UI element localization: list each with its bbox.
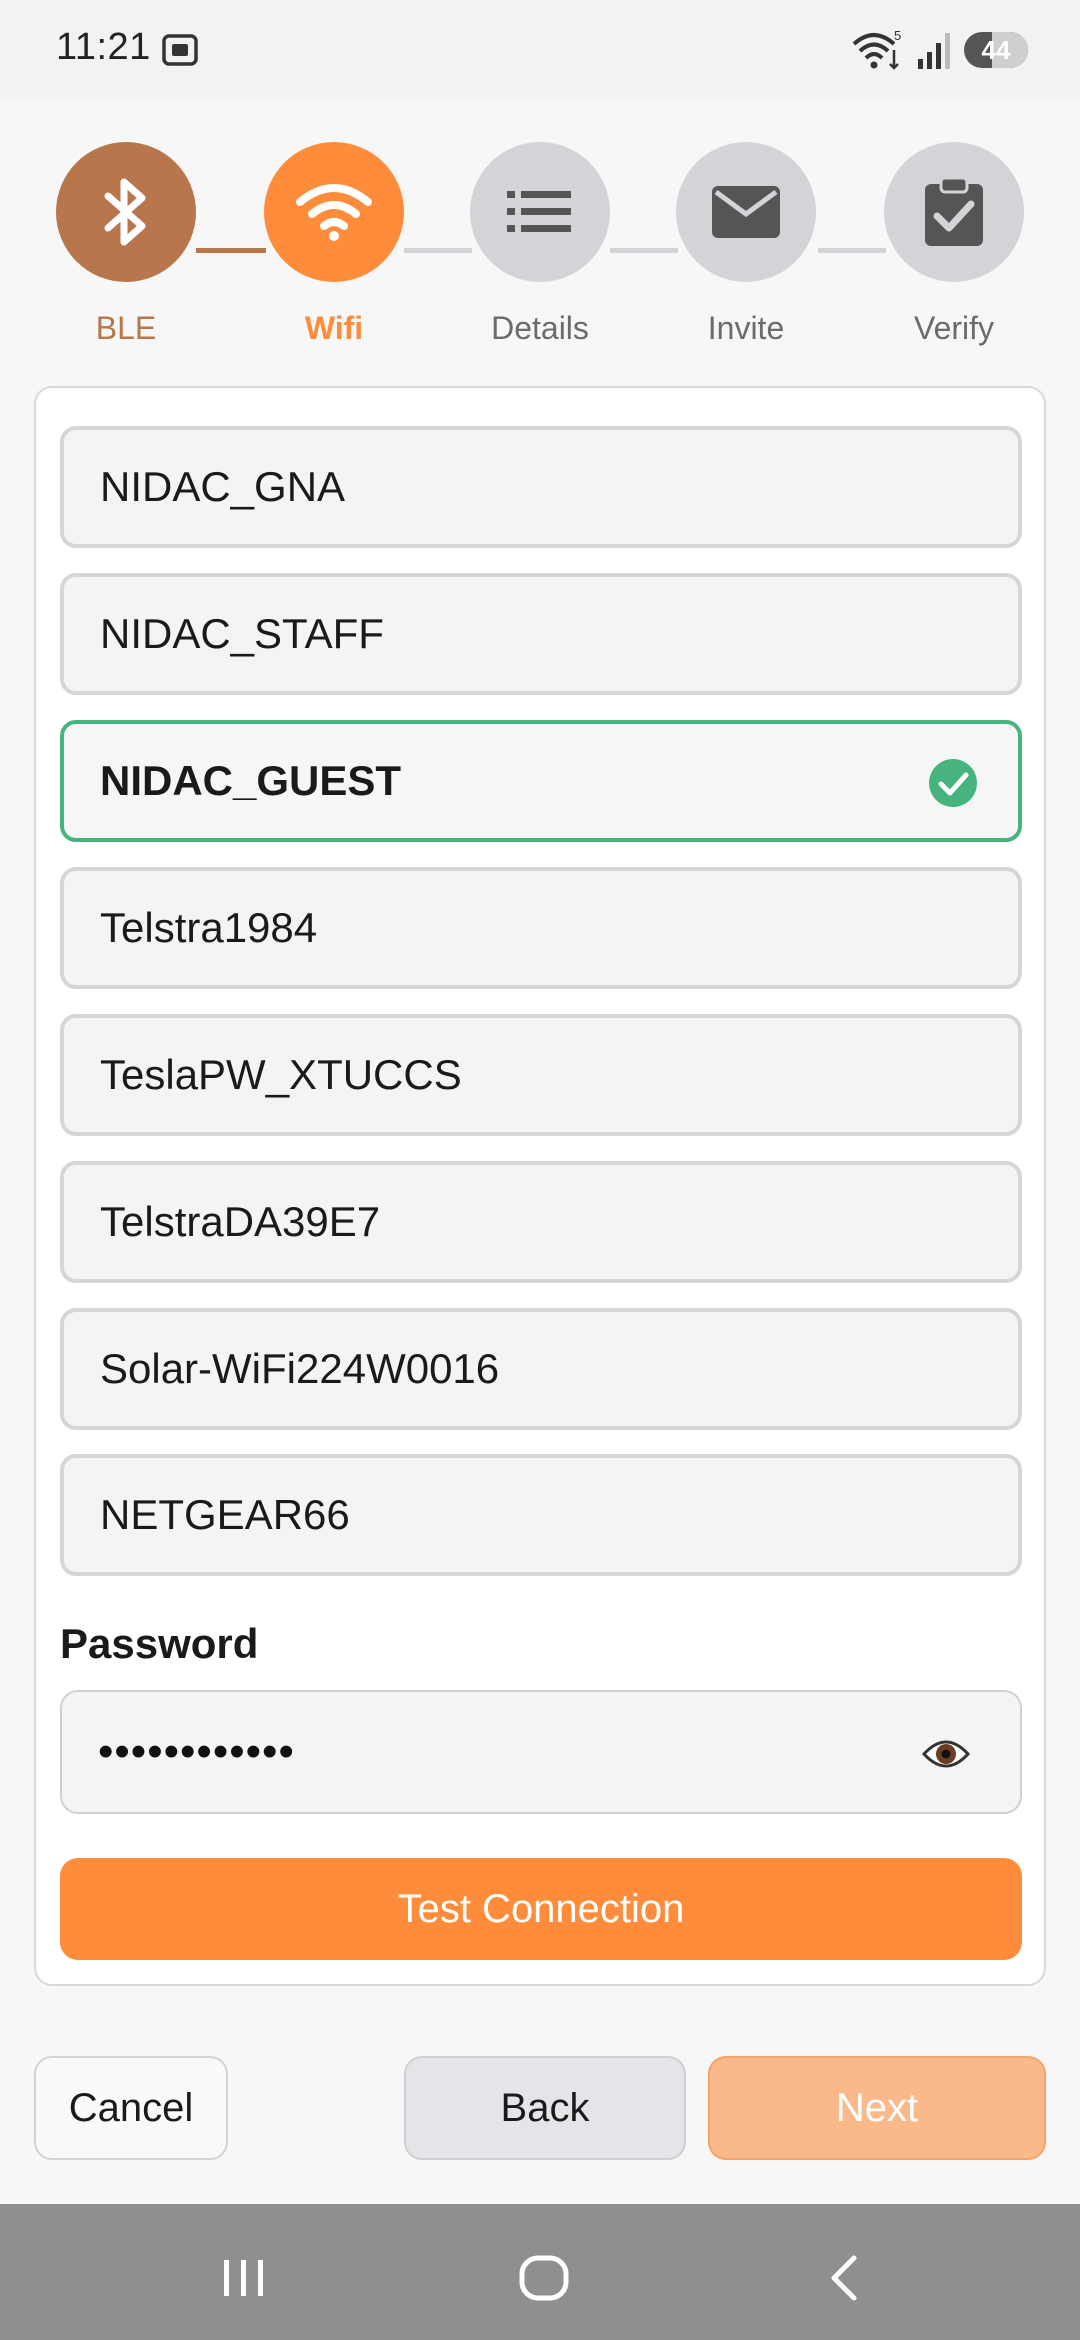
step-connector — [404, 248, 472, 253]
step-verify — [884, 142, 1024, 282]
test-connection-button[interactable]: Test Connection — [60, 1858, 1022, 1960]
cancel-button[interactable]: Cancel — [34, 2056, 228, 2160]
password-input[interactable]: •••••••••••• — [60, 1690, 1022, 1814]
network-name: TeslaPW_XTUCCS — [100, 1051, 462, 1098]
step-invite — [676, 142, 816, 282]
status-time: 11:21 — [56, 26, 151, 68]
network-name: Telstra1984 — [100, 904, 318, 951]
network-name: NIDAC_GNA — [100, 463, 346, 510]
step-connector — [610, 248, 678, 253]
step-ble — [56, 142, 196, 282]
network-name: NIDAC_STAFF — [100, 610, 384, 657]
status-bar: 11:21 5 44 — [0, 0, 1080, 100]
back-button[interactable]: Back — [404, 2056, 686, 2160]
network-item[interactable]: NETGEAR66 — [60, 1454, 1022, 1576]
battery-indicator: 44 — [964, 32, 1028, 68]
network-item[interactable]: Solar-WiFi224W0016 — [60, 1308, 1022, 1430]
step-wifi — [264, 142, 404, 282]
step-details — [470, 142, 610, 282]
network-item-selected[interactable]: NIDAC_GUEST — [60, 720, 1022, 842]
step-label-ble: BLE — [95, 310, 157, 346]
network-item[interactable]: Telstra1984 — [60, 867, 1022, 989]
system-nav-bar — [0, 2204, 1080, 2340]
bluetooth-icon — [104, 178, 146, 246]
step-connector — [196, 248, 266, 253]
clipboard-check-icon — [925, 176, 983, 246]
network-item[interactable]: TeslaPW_XTUCCS — [60, 1014, 1022, 1136]
next-button[interactable]: Next — [708, 2056, 1046, 2160]
network-name: NETGEAR66 — [100, 1491, 350, 1538]
recent-apps-icon[interactable] — [214, 2248, 274, 2308]
eye-icon[interactable] — [922, 1732, 970, 1776]
network-item[interactable]: TelstraDA39E7 — [60, 1161, 1022, 1283]
wifi-card: NIDAC_GNA NIDAC_STAFF NIDAC_GUEST Telstr… — [34, 386, 1046, 1986]
wifi-icon — [296, 184, 372, 241]
step-label-wifi: Wifi — [304, 310, 364, 346]
progress-stepper: BLE Wifi Details Invite Verify — [0, 140, 1080, 360]
network-name: TelstraDA39E7 — [100, 1198, 381, 1245]
envelope-icon — [712, 186, 780, 238]
home-icon[interactable] — [514, 2248, 574, 2308]
signal-icon — [918, 33, 950, 69]
check-circle-icon — [929, 759, 977, 807]
network-item[interactable]: NIDAC_GNA — [60, 426, 1022, 548]
password-label: Password — [60, 1620, 259, 1667]
network-item[interactable]: NIDAC_STAFF — [60, 573, 1022, 695]
step-label-verify: Verify — [913, 310, 995, 346]
list-icon — [507, 191, 571, 232]
network-name: NIDAC_GUEST — [100, 757, 402, 804]
screenshot-icon — [162, 34, 198, 66]
step-connector — [818, 248, 886, 253]
wifi-badge: 5 — [894, 28, 901, 43]
back-nav-icon[interactable] — [816, 2248, 876, 2308]
step-label-invite: Invite — [707, 310, 785, 346]
step-label-details: Details — [491, 310, 589, 346]
network-name: Solar-WiFi224W0016 — [100, 1345, 500, 1392]
password-value: •••••••••••• — [98, 1727, 295, 1776]
wifi-status-icon: 5 — [852, 28, 901, 70]
